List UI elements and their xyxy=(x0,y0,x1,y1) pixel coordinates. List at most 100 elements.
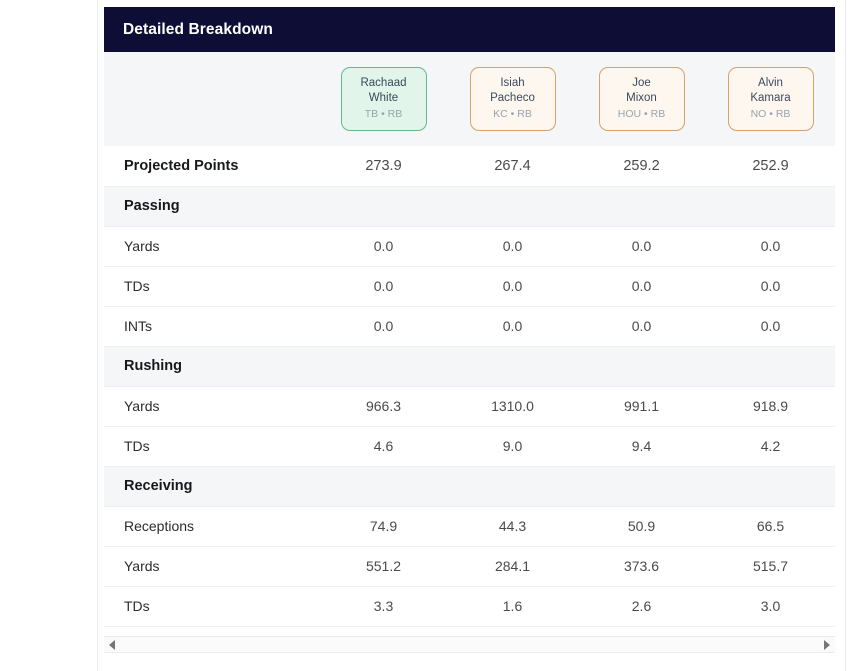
section-empty-cell xyxy=(448,345,577,387)
section-empty-cell xyxy=(319,185,448,227)
stat-value: 0.0 xyxy=(577,306,706,347)
stat-value: 3.3 xyxy=(319,586,448,627)
player-team-position: NO • RB xyxy=(750,107,791,120)
stat-label: Receptions xyxy=(104,506,319,547)
table-row: Projected Points 273.9 267.4 259.2 252.9 xyxy=(104,146,835,187)
player-chip[interactable]: Alvin Kamara NO • RB xyxy=(727,67,814,131)
table-row: Yards 551.2 284.1 373.6 515.7 xyxy=(104,546,835,587)
scroll-left-button[interactable] xyxy=(105,637,119,652)
stat-value: 273.9 xyxy=(319,146,448,187)
page-root: Detailed Breakdown Rachaad White TB • RB Is… xyxy=(0,0,859,671)
player-chip[interactable]: Joe Mixon HOU • RB xyxy=(598,67,685,131)
stat-label: Yards xyxy=(104,226,319,267)
stat-value: 0.0 xyxy=(319,306,448,347)
stat-label: TDs xyxy=(104,586,319,627)
section-empty-cell xyxy=(448,185,577,227)
stat-label: Yards xyxy=(104,386,319,427)
stat-value: 991.1 xyxy=(577,386,706,427)
stat-value: 284.1 xyxy=(448,546,577,587)
player-team-position: KC • RB xyxy=(493,107,532,120)
section-empty-cell xyxy=(577,345,706,387)
player-column-header: Isiah Pacheco KC • RB xyxy=(448,52,577,146)
stat-value: 515.7 xyxy=(706,546,835,587)
table-row: INTs 0.0 0.0 0.0 0.0 xyxy=(104,306,835,347)
section-empty-cell xyxy=(706,465,835,507)
stat-value: 1.6 xyxy=(448,586,577,627)
section-empty-cell xyxy=(577,465,706,507)
stat-value: 0.0 xyxy=(319,226,448,267)
horizontal-scrollbar[interactable] xyxy=(104,636,835,653)
section-empty-cell xyxy=(319,345,448,387)
stat-value: 551.2 xyxy=(319,546,448,587)
stat-value: 966.3 xyxy=(319,386,448,427)
stat-value: 0.0 xyxy=(577,226,706,267)
breakdown-table: Rachaad White TB • RB Isiah Pacheco KC • RB Jo… xyxy=(104,52,835,627)
left-arrow-icon xyxy=(109,639,115,650)
stat-value: 0.0 xyxy=(706,266,835,307)
table-row: Receptions 74.9 44.3 50.9 66.5 xyxy=(104,506,835,547)
player-first-name: Rachaad xyxy=(360,77,407,90)
table-row: TDs 0.0 0.0 0.0 0.0 xyxy=(104,266,835,307)
stat-value: 1310.0 xyxy=(448,386,577,427)
stat-value: 4.2 xyxy=(706,426,835,467)
player-column-header: Rachaad White TB • RB xyxy=(319,52,448,146)
stat-value: 4.6 xyxy=(319,426,448,467)
section-label: Rushing xyxy=(104,345,319,387)
scrollbar-thumb[interactable] xyxy=(118,638,821,652)
player-team-position: TB • RB xyxy=(364,107,403,120)
section-label: Passing xyxy=(104,185,319,227)
section-empty-cell xyxy=(577,185,706,227)
stat-value: 74.9 xyxy=(319,506,448,547)
section-empty-cell xyxy=(319,465,448,507)
left-gutter xyxy=(0,0,98,671)
player-last-name: Pacheco xyxy=(490,91,535,104)
stat-value: 373.6 xyxy=(577,546,706,587)
right-arrow-icon xyxy=(824,639,830,650)
section-empty-cell xyxy=(706,185,835,227)
stat-value: 0.0 xyxy=(706,306,835,347)
stat-value: 3.0 xyxy=(706,586,835,627)
table-row: TDs 4.6 9.0 9.4 4.2 xyxy=(104,426,835,467)
stat-label: Projected Points xyxy=(104,146,319,187)
player-team-position: HOU • RB xyxy=(617,107,666,120)
player-chip[interactable]: Rachaad White TB • RB xyxy=(340,67,427,131)
section-empty-cell xyxy=(706,345,835,387)
stat-value: 9.0 xyxy=(448,426,577,467)
player-last-name: Kamara xyxy=(750,91,791,104)
stat-label: TDs xyxy=(104,266,319,307)
section-header-row: Passing xyxy=(104,185,835,227)
stat-value: 44.3 xyxy=(448,506,577,547)
detailed-breakdown-card: Detailed Breakdown Rachaad White TB • RB Is… xyxy=(104,7,835,664)
section-header-row: Receiving xyxy=(104,465,835,507)
player-first-name: Alvin xyxy=(758,77,783,90)
table-row: TDs 3.3 1.6 2.6 3.0 xyxy=(104,586,835,627)
stat-label: INTs xyxy=(104,306,319,347)
player-column-header: Joe Mixon HOU • RB xyxy=(577,52,706,146)
stat-value: 0.0 xyxy=(448,226,577,267)
stat-value: 267.4 xyxy=(448,146,577,187)
stat-value: 50.9 xyxy=(577,506,706,547)
table-header-row: Rachaad White TB • RB Isiah Pacheco KC • RB Jo… xyxy=(104,52,835,146)
stat-value: 2.6 xyxy=(577,586,706,627)
stat-label: Yards xyxy=(104,546,319,587)
stat-value: 0.0 xyxy=(319,266,448,307)
card-header: Detailed Breakdown xyxy=(104,7,835,52)
section-empty-cell xyxy=(448,465,577,507)
stat-value: 0.0 xyxy=(577,266,706,307)
table-row: Yards 0.0 0.0 0.0 0.0 xyxy=(104,226,835,267)
right-gutter xyxy=(845,0,859,671)
stat-value: 66.5 xyxy=(706,506,835,547)
section-header-row: Rushing xyxy=(104,345,835,387)
stat-value: 9.4 xyxy=(577,426,706,467)
section-label: Receiving xyxy=(104,465,319,507)
stat-value: 0.0 xyxy=(448,266,577,307)
player-first-name: Joe xyxy=(632,77,651,90)
player-first-name: Isiah xyxy=(500,77,525,90)
player-column-header: Alvin Kamara NO • RB xyxy=(706,52,835,146)
player-chip[interactable]: Isiah Pacheco KC • RB xyxy=(469,67,556,131)
scroll-right-button[interactable] xyxy=(820,637,834,652)
page-title: Detailed Breakdown xyxy=(123,20,273,38)
stat-value: 259.2 xyxy=(577,146,706,187)
player-last-name: White xyxy=(368,91,399,104)
stat-value: 918.9 xyxy=(706,386,835,427)
